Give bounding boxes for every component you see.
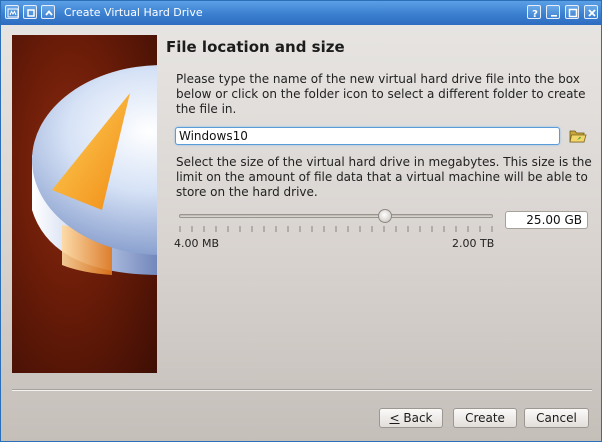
folder-open-icon[interactable] xyxy=(569,128,587,144)
close-icon[interactable] xyxy=(584,5,598,19)
size-slider[interactable] xyxy=(179,209,493,235)
size-min-label: 4.00 MB xyxy=(174,237,220,250)
minimize-icon[interactable] xyxy=(546,5,560,19)
app-icon[interactable] xyxy=(5,5,19,19)
wizard-banner-image xyxy=(12,35,157,373)
create-button[interactable]: Create xyxy=(453,408,517,428)
svg-text:?: ? xyxy=(532,9,538,19)
chevron-up-icon[interactable] xyxy=(41,5,55,19)
slider-groove[interactable] xyxy=(179,214,493,218)
title-bar[interactable]: Create Virtual Hard Drive ? xyxy=(1,1,601,25)
slider-ticks xyxy=(179,226,493,232)
location-description: Please type the name of the new virtual … xyxy=(176,72,586,116)
size-max-label: 2.00 TB xyxy=(452,237,495,250)
hard-disk-icon xyxy=(32,65,157,275)
help-icon[interactable]: ? xyxy=(527,5,541,19)
slider-handle[interactable] xyxy=(377,209,392,223)
back-button[interactable]: < Back xyxy=(379,408,443,428)
page-title: File location and size xyxy=(166,38,345,56)
window-title: Create Virtual Hard Drive xyxy=(64,6,203,19)
back-label: Back xyxy=(399,411,433,425)
maximize-icon[interactable] xyxy=(565,5,579,19)
dialog-window: Create Virtual Hard Drive ? File locatio… xyxy=(0,0,602,442)
cancel-button[interactable]: Cancel xyxy=(524,408,589,428)
size-value-field[interactable]: 25.00 GB xyxy=(505,211,588,229)
restore-icon[interactable] xyxy=(23,5,37,19)
back-mnemonic: < xyxy=(389,411,400,425)
button-separator xyxy=(12,389,592,391)
size-description: Select the size of the virtual hard driv… xyxy=(176,155,592,199)
file-location-input[interactable] xyxy=(175,127,560,145)
